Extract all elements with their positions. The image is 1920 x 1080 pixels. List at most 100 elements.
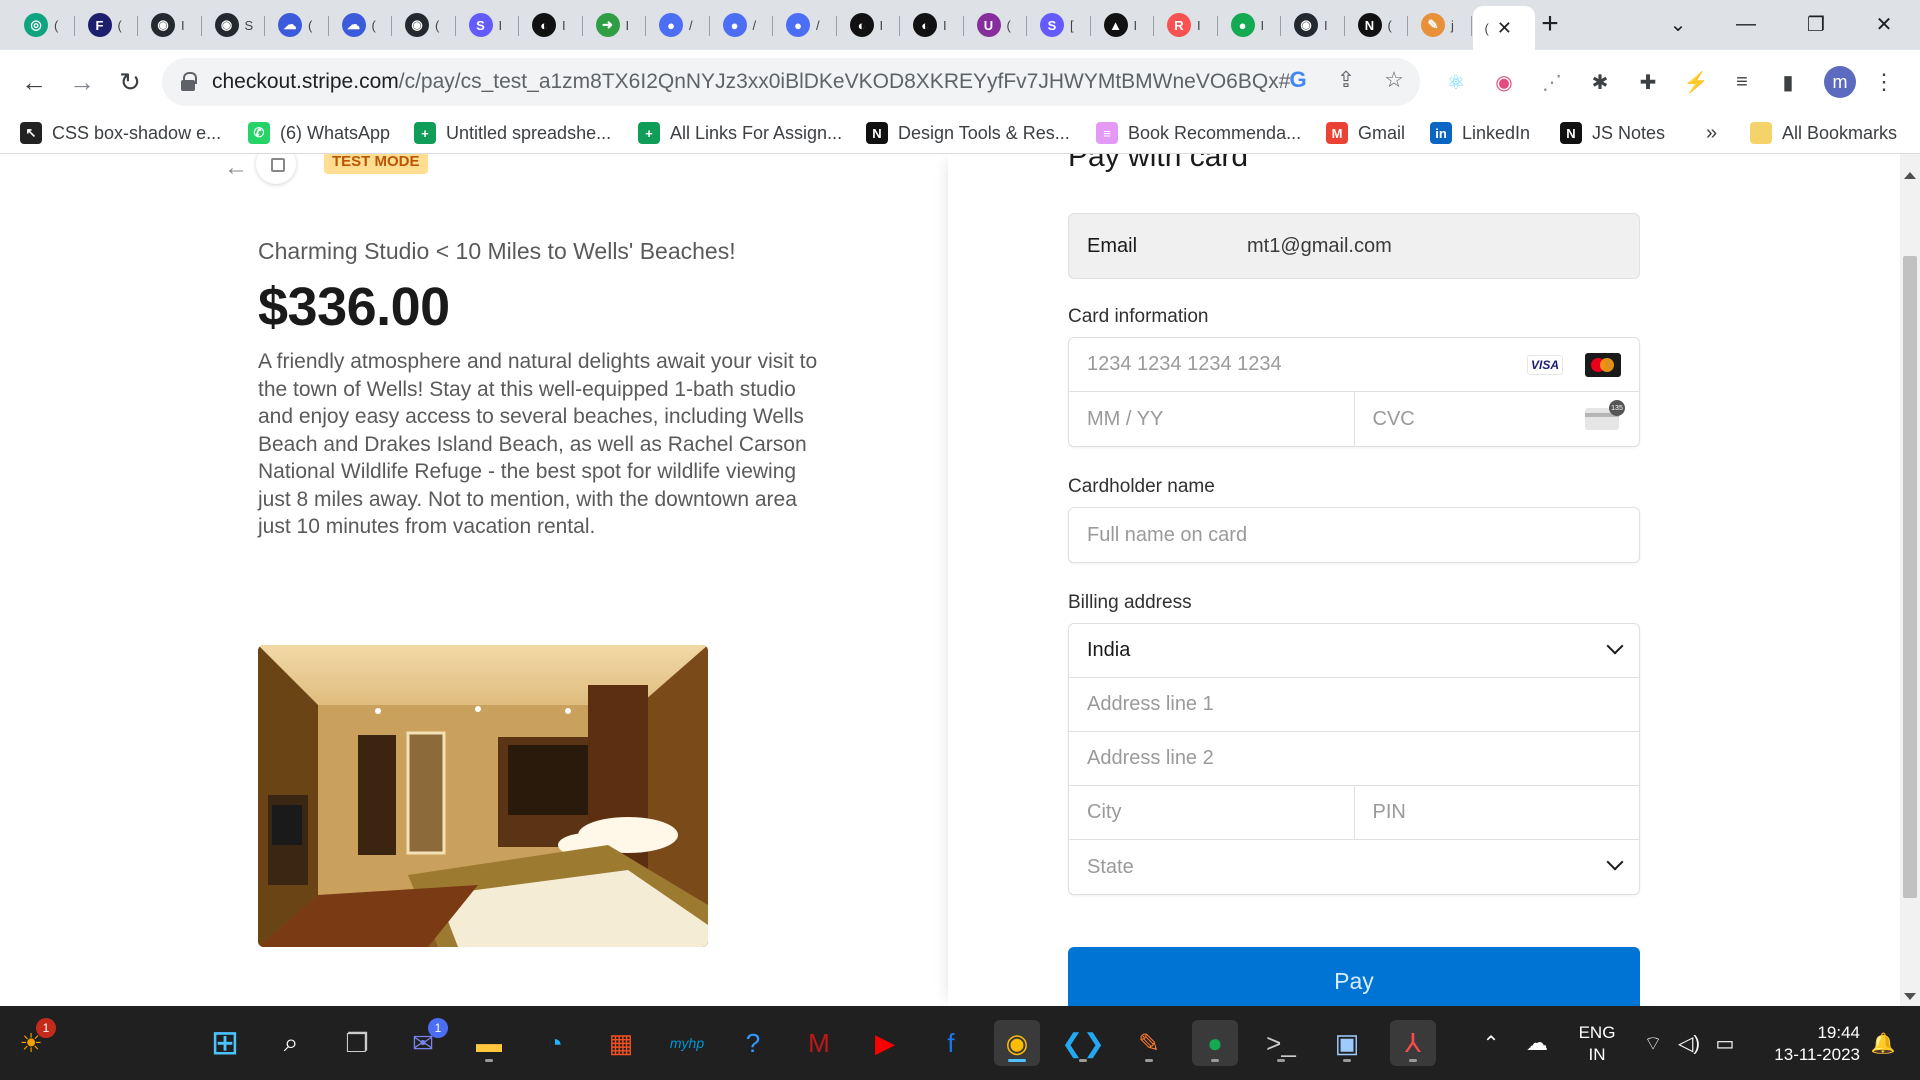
url-text[interactable]: checkout.stripe.com/c/pay/cs_test_a1zm8T…: [212, 70, 1292, 94]
task-view-icon[interactable]: ❐: [334, 1020, 380, 1066]
terminal-icon[interactable]: >_: [1258, 1020, 1304, 1066]
acrobat-icon[interactable]: ⅄: [1390, 1020, 1436, 1066]
bookmark-item[interactable]: N Design Tools & Res...: [866, 122, 1070, 144]
browser-tab[interactable]: ▲ I: [1092, 6, 1150, 44]
browser-tab[interactable]: ◎(: [12, 6, 70, 44]
google-translate-icon[interactable]: G: [1284, 66, 1312, 94]
country-select[interactable]: India: [1069, 624, 1639, 677]
share-icon[interactable]: ⇪: [1332, 66, 1360, 94]
active-browser-tab[interactable]: (✕: [1472, 6, 1535, 50]
remote-desktop-icon[interactable]: ▣: [1324, 1020, 1370, 1066]
bookmark-item[interactable]: ↖ CSS box-shadow e...: [20, 122, 221, 144]
react-devtools-icon[interactable]: ⚛: [1440, 66, 1472, 98]
browser-tab[interactable]: ◉ I: [1282, 6, 1340, 44]
cvc-input[interactable]: CVC: [1353, 392, 1640, 446]
mcafee-icon[interactable]: M: [796, 1020, 842, 1066]
reload-icon[interactable]: ↻: [110, 62, 150, 102]
cardholder-input[interactable]: Full name on card: [1069, 508, 1639, 562]
side-panel-icon[interactable]: ▮: [1772, 66, 1804, 98]
browser-tab[interactable]: SI: [457, 6, 515, 44]
browser-tab[interactable]: ● /: [711, 6, 769, 44]
file-explorer-icon[interactable]: ▬: [466, 1020, 512, 1066]
chrome-menu-icon[interactable]: ⋮: [1868, 66, 1900, 98]
browser-tab[interactable]: ◐ I: [838, 6, 896, 44]
store-icon[interactable]: ▦: [598, 1020, 644, 1066]
browser-tab[interactable]: ◐ I: [520, 6, 578, 44]
extension-dots-icon[interactable]: ⋰: [1536, 66, 1568, 98]
notification-bell-icon[interactable]: 🔔: [1860, 1020, 1906, 1066]
browser-tab[interactable]: N(: [1346, 6, 1404, 44]
scroll-down-icon[interactable]: [1904, 993, 1916, 1000]
bookmark-star-icon[interactable]: ☆: [1380, 66, 1408, 94]
bookmark-item[interactable]: M Gmail: [1326, 122, 1405, 144]
extensions-puzzle-icon[interactable]: ✚: [1632, 66, 1664, 98]
back-arrow-icon[interactable]: ←: [14, 62, 54, 102]
all-bookmarks-folder[interactable]: All Bookmarks: [1750, 122, 1897, 144]
browser-tab[interactable]: F(: [76, 6, 134, 44]
bookmark-item[interactable]: N JS Notes: [1560, 122, 1665, 144]
state-select[interactable]: State: [1069, 840, 1639, 894]
email-field[interactable]: Email mt1@gmail.com: [1068, 213, 1640, 279]
browser-tab[interactable]: ● I: [1219, 6, 1277, 44]
browser-tab[interactable]: ➜ I: [584, 6, 642, 44]
forward-arrow-icon[interactable]: →: [62, 62, 102, 102]
clock[interactable]: 19:44 13-11-2023: [1752, 1022, 1860, 1066]
minimize-icon[interactable]: —: [1716, 4, 1776, 44]
page-scrollbar[interactable]: [1900, 154, 1920, 1006]
pay-button[interactable]: Pay: [1068, 947, 1640, 1006]
browser-tab[interactable]: U(: [965, 6, 1023, 44]
battery-icon[interactable]: ▭: [1702, 1020, 1748, 1066]
browser-tab[interactable]: ◉ I: [139, 6, 197, 44]
city-input[interactable]: City: [1069, 786, 1354, 839]
onedrive-icon[interactable]: ☁: [1514, 1020, 1560, 1066]
bookmark-item[interactable]: ≡ Book Recommenda...: [1096, 122, 1301, 144]
bookmark-item[interactable]: + Untitled spreadshe...: [414, 122, 611, 144]
bug-icon[interactable]: ✱: [1584, 66, 1616, 98]
browser-tab[interactable]: ● /: [774, 6, 832, 44]
browser-tab[interactable]: ◉(: [393, 6, 451, 44]
bookmark-item[interactable]: + All Links For Assign...: [638, 122, 842, 144]
language-indicator[interactable]: ENG IN: [1570, 1022, 1624, 1066]
vscode-icon[interactable]: ❮❯: [1060, 1020, 1106, 1066]
windows-start-icon[interactable]: ⊞: [202, 1020, 248, 1066]
facebook-icon[interactable]: f: [928, 1020, 974, 1066]
expiry-input[interactable]: MM / YY: [1069, 392, 1354, 446]
restore-icon[interactable]: ❐: [1786, 4, 1846, 44]
bookmark-item[interactable]: in LinkedIn: [1430, 122, 1530, 144]
browser-tab[interactable]: ◉ S: [203, 6, 261, 44]
address-bar[interactable]: checkout.stripe.com/c/pay/cs_test_a1zm8T…: [162, 58, 1420, 106]
browser-tab[interactable]: ◐ I: [901, 6, 959, 44]
scroll-up-icon[interactable]: [1904, 172, 1916, 179]
browser-tab[interactable]: ● /: [647, 6, 705, 44]
new-tab-button[interactable]: +: [1532, 6, 1568, 42]
color-picker-icon[interactable]: ◉: [1488, 66, 1520, 98]
teams-chat-icon[interactable]: ✉ 1: [400, 1018, 448, 1066]
mongodb-compass-icon[interactable]: ●: [1192, 1020, 1238, 1066]
pin-input[interactable]: PIN: [1353, 786, 1640, 839]
youtube-icon[interactable]: ▶: [862, 1020, 908, 1066]
browser-tab[interactable]: ☁(: [266, 6, 324, 44]
lock-icon[interactable]: [180, 72, 198, 92]
media-control-icon[interactable]: ≡: [1726, 66, 1758, 98]
chevron-up-icon[interactable]: ⌃: [1468, 1020, 1514, 1066]
performance-icon[interactable]: ⚡: [1680, 66, 1712, 98]
profile-avatar[interactable]: m: [1824, 66, 1856, 98]
scroll-thumb[interactable]: [1903, 256, 1917, 898]
address-line2-input[interactable]: Address line 2: [1069, 732, 1639, 785]
myhp-icon[interactable]: myhp: [664, 1020, 710, 1066]
browser-tab[interactable]: ✎ j: [1409, 6, 1467, 44]
browser-tab[interactable]: RI: [1155, 6, 1213, 44]
tab-search-icon[interactable]: ⌄: [1648, 4, 1708, 44]
widgets-icon[interactable]: ☀ 1: [8, 1018, 56, 1066]
close-tab-icon[interactable]: ✕: [1497, 18, 1512, 39]
close-window-icon[interactable]: ✕: [1854, 4, 1914, 44]
more-bookmarks-button[interactable]: »: [1706, 122, 1717, 145]
browser-tab[interactable]: ☁(: [330, 6, 388, 44]
address-line1-input[interactable]: Address line 1: [1069, 678, 1639, 731]
back-link-icon[interactable]: ←: [224, 154, 248, 182]
chrome-icon[interactable]: ◉: [994, 1020, 1040, 1066]
edge-icon[interactable]: ◔: [532, 1020, 578, 1066]
postman-icon[interactable]: ✎: [1126, 1020, 1172, 1066]
bookmark-item[interactable]: ✆ (6) WhatsApp: [248, 122, 390, 144]
help-icon[interactable]: ?: [730, 1020, 776, 1066]
